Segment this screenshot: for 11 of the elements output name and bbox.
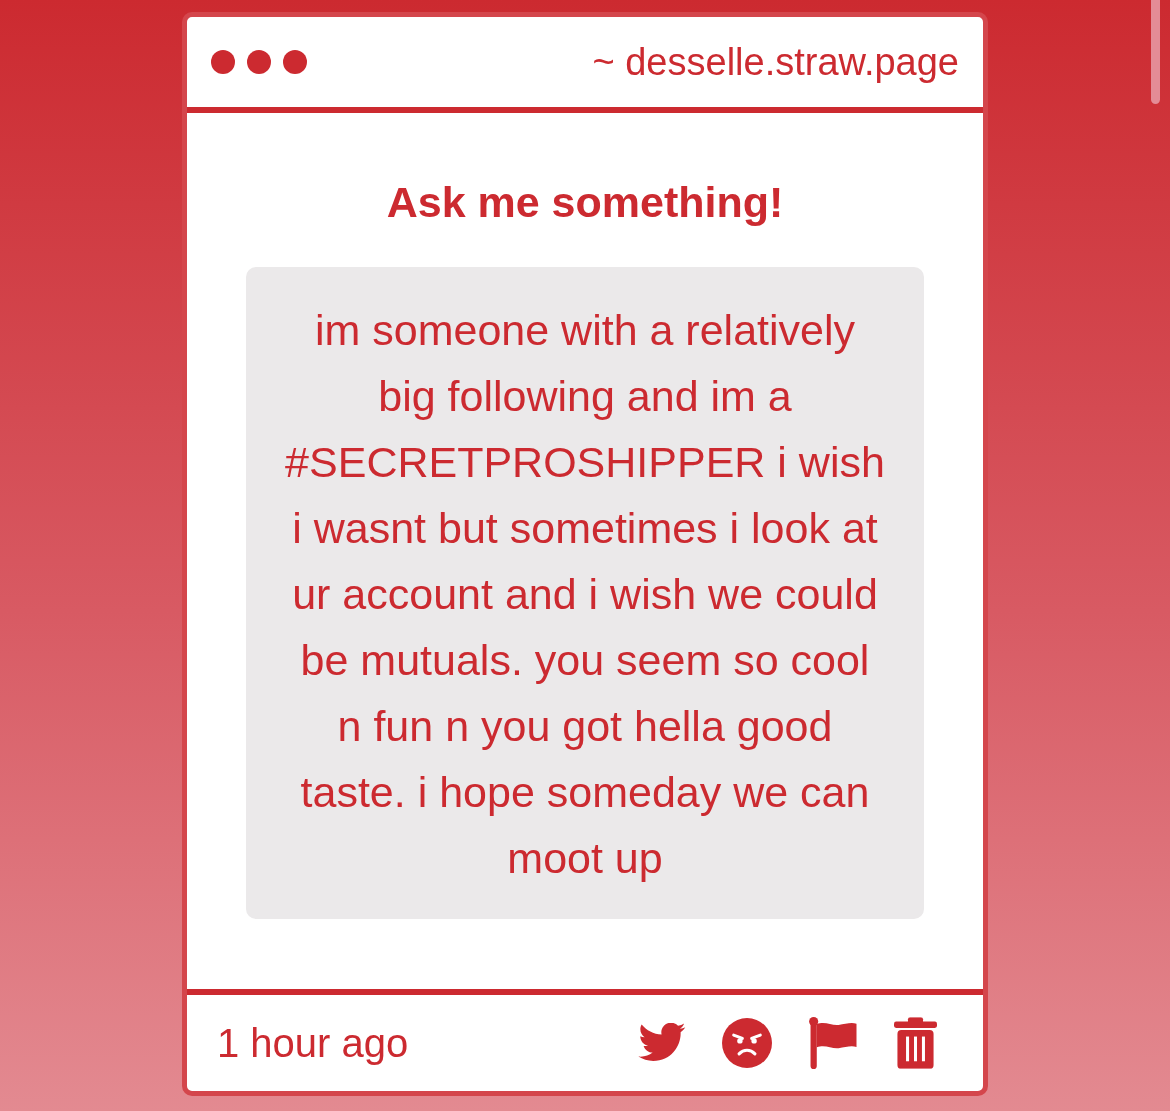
- window-dot-icon: [211, 50, 235, 74]
- angry-face-icon[interactable]: [722, 1018, 772, 1068]
- flag-icon[interactable]: [808, 1017, 858, 1069]
- page-heading: Ask me something!: [386, 177, 784, 228]
- window-dot-icon: [283, 50, 307, 74]
- trash-icon[interactable]: [894, 1017, 937, 1069]
- timestamp: 1 hour ago: [217, 1020, 409, 1067]
- window-dot-icon: [247, 50, 271, 74]
- question-text: im someone with a relatively big following and im a #SECRETPROSHIPPER i wish i wasnt but sometimes i look at ur account and i wish we could be mutuals. you seem so cool n fun n you got hella good taste. i hope someday we can moot up: [246, 266, 924, 919]
- page-address: ~ desselle.straw.page: [592, 39, 959, 85]
- scrollbar-thumb[interactable]: [1151, 0, 1160, 104]
